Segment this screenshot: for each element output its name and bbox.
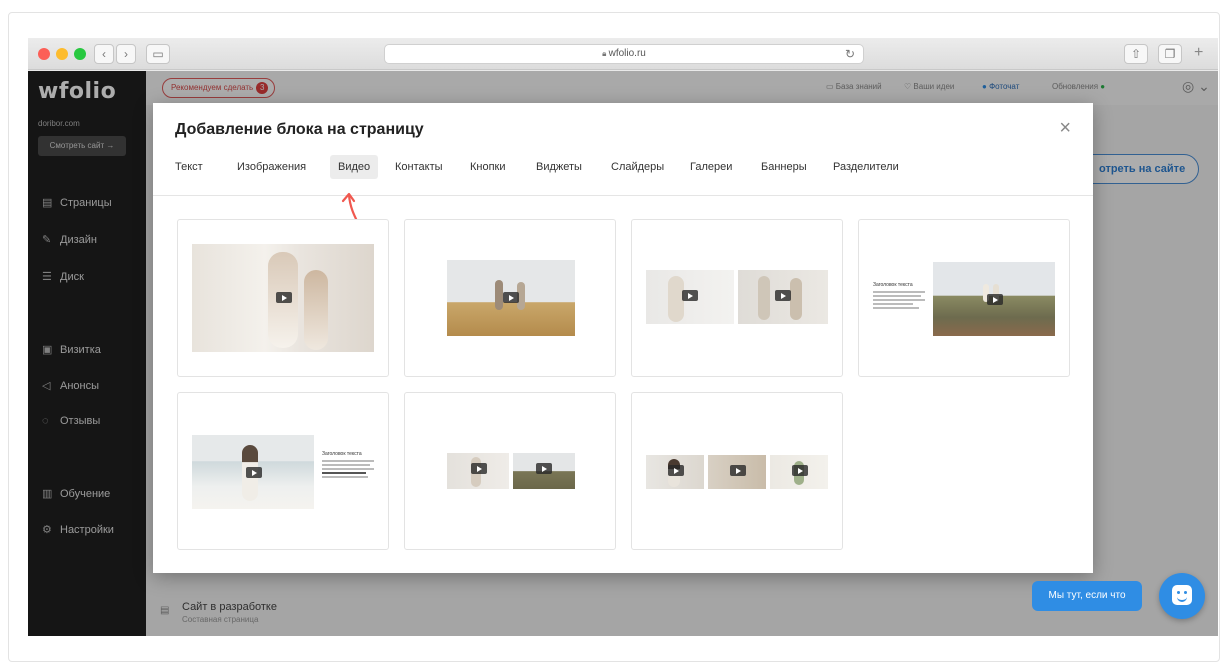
- tabs-icon: ❐: [1164, 47, 1176, 61]
- figure-shape: [495, 280, 503, 310]
- video-block-option[interactable]: [404, 219, 616, 377]
- video-block-option[interactable]: [631, 392, 843, 550]
- tab-video[interactable]: Видео: [330, 155, 379, 179]
- chat-greeting[interactable]: Мы тут, если что: [1032, 581, 1142, 611]
- close-window-button[interactable]: [38, 48, 50, 60]
- tab-galleries[interactable]: Галереи: [682, 155, 740, 179]
- tab-text[interactable]: Текст: [167, 155, 211, 179]
- figure-shape: [758, 276, 770, 320]
- tabs-divider: [153, 195, 1093, 196]
- video-block-option[interactable]: [177, 219, 389, 377]
- text-line: [322, 460, 374, 462]
- text-sample-heading: Заголовок текста: [322, 451, 362, 457]
- chevron-right-icon: ›: [124, 47, 128, 61]
- play-icon: [668, 465, 684, 476]
- tab-buttons[interactable]: Кнопки: [462, 155, 514, 179]
- tab-banners[interactable]: Баннеры: [753, 155, 815, 179]
- text-line: [873, 307, 919, 309]
- text-line: [873, 303, 913, 305]
- video-block-option[interactable]: Заголовок текста: [177, 392, 389, 550]
- text-sample: Заголовок текста: [873, 282, 929, 311]
- add-block-modal: Добавление блока на страницу × Текст Изо…: [153, 103, 1093, 573]
- text-line: [322, 468, 374, 470]
- figure-shape: [304, 270, 328, 350]
- browser-window: ‹ › ▭ 🔒︎ wfolio.ru ↻ ⇧ ❐ + wfolio doribo…: [28, 38, 1218, 636]
- play-icon: [536, 463, 552, 474]
- play-icon: [471, 463, 487, 474]
- play-icon: [775, 290, 791, 301]
- forward-button[interactable]: ›: [116, 44, 136, 64]
- reload-icon[interactable]: ↻: [845, 45, 855, 63]
- close-icon[interactable]: ×: [1059, 117, 1071, 140]
- text-line: [873, 295, 921, 297]
- sidebar-icon: ▭: [152, 47, 164, 61]
- browser-toolbar: ‹ › ▭ 🔒︎ wfolio.ru ↻ ⇧ ❐ +: [28, 38, 1218, 70]
- text-line: [322, 476, 368, 478]
- minimize-window-button[interactable]: [56, 48, 68, 60]
- url-text: wfolio.ru: [608, 48, 646, 59]
- chevron-left-icon: ‹: [102, 47, 106, 61]
- maximize-window-button[interactable]: [74, 48, 86, 60]
- figure-shape: [790, 278, 802, 320]
- play-icon: [987, 294, 1003, 305]
- tabs-overview-button[interactable]: ❐: [1158, 44, 1182, 64]
- share-button[interactable]: ⇧: [1124, 44, 1148, 64]
- tab-contacts[interactable]: Контакты: [387, 155, 451, 179]
- video-block-option[interactable]: Заголовок текста: [858, 219, 1070, 377]
- chat-button[interactable]: [1159, 573, 1205, 619]
- play-icon: [276, 292, 292, 303]
- text-sample-heading: Заголовок текста: [873, 282, 913, 288]
- video-block-option[interactable]: [631, 219, 843, 377]
- play-icon: [246, 467, 262, 478]
- play-icon: [503, 292, 519, 303]
- text-line: [322, 472, 366, 474]
- play-icon: [730, 465, 746, 476]
- text-line: [322, 464, 370, 466]
- tab-dividers[interactable]: Разделители: [825, 155, 907, 179]
- play-icon: [792, 465, 808, 476]
- text-line: [873, 299, 925, 301]
- play-icon: [682, 290, 698, 301]
- new-tab-icon[interactable]: +: [1194, 44, 1203, 62]
- chat-icon: [1172, 585, 1192, 605]
- share-icon: ⇧: [1130, 47, 1142, 61]
- tab-sliders[interactable]: Слайдеры: [603, 155, 672, 179]
- text-line: [873, 291, 925, 293]
- sidebar-toggle-button[interactable]: ▭: [146, 44, 170, 64]
- address-bar[interactable]: 🔒︎ wfolio.ru ↻: [384, 44, 864, 64]
- video-block-option[interactable]: [404, 392, 616, 550]
- tab-widgets[interactable]: Виджеты: [528, 155, 590, 179]
- tab-images[interactable]: Изображения: [229, 155, 314, 179]
- back-button[interactable]: ‹: [94, 44, 114, 64]
- modal-title: Добавление блока на страницу: [175, 121, 424, 138]
- text-sample: Заголовок текста: [322, 451, 378, 480]
